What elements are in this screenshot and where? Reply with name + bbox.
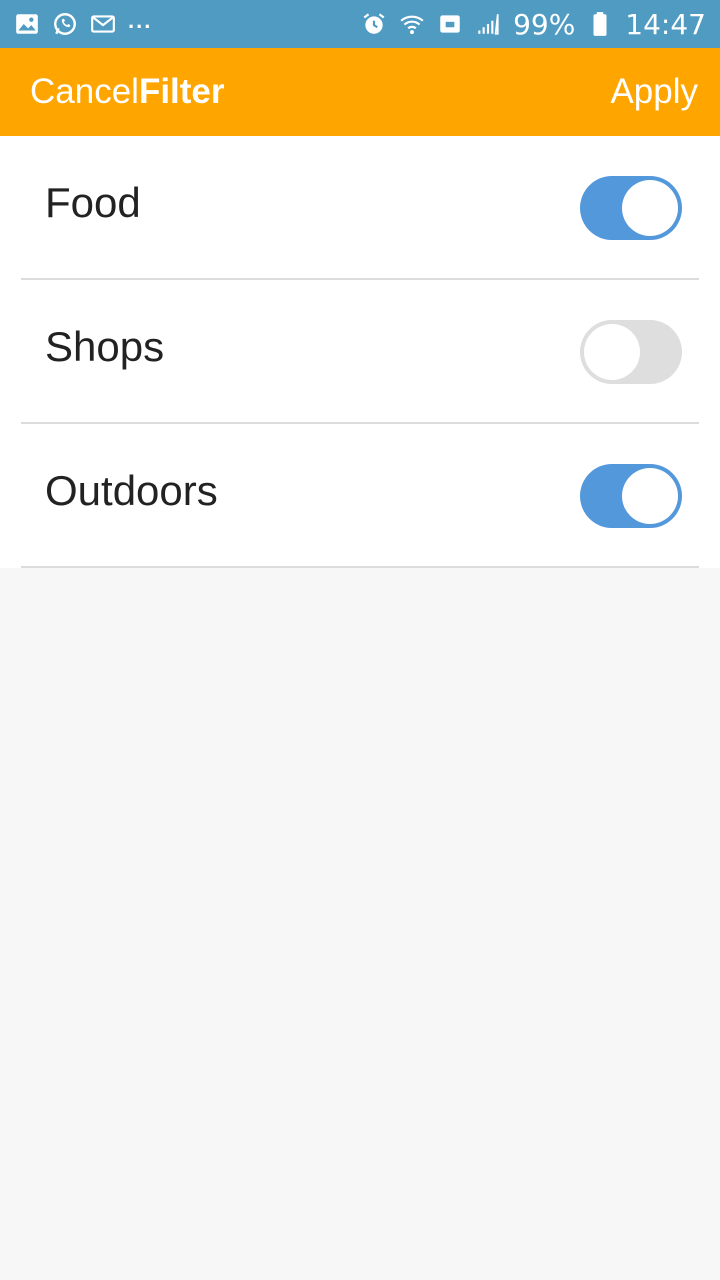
filter-label: Shops (45, 323, 165, 370)
battery-icon (587, 11, 613, 37)
food-toggle[interactable] (580, 176, 682, 240)
filter-row-food: Food (0, 136, 720, 280)
toggle-knob (622, 180, 678, 236)
outdoors-toggle[interactable] (580, 464, 682, 528)
status-bar: ... 99% 14:47 (0, 0, 720, 48)
filter-list: Food Shops Outdoors (0, 136, 720, 568)
status-bar-left: ... (14, 8, 153, 37)
filter-row-outdoors: Outdoors (0, 424, 720, 568)
app-bar: Cancel Filter Apply (0, 48, 720, 136)
shops-toggle[interactable] (580, 320, 682, 384)
sync-icon (437, 11, 463, 37)
toggle-knob (622, 468, 678, 524)
clock: 14:47 (625, 7, 706, 41)
mail-icon (90, 11, 116, 37)
cancel-button[interactable]: Cancel (30, 72, 139, 112)
whatsapp-icon (52, 11, 78, 37)
wifi-icon (399, 11, 425, 37)
more-notifications-indicator: ... (128, 8, 153, 33)
gallery-icon (14, 11, 40, 37)
filter-row-shops: Shops (0, 280, 720, 424)
toggle-knob (584, 324, 640, 380)
battery-percent: 99% (513, 7, 576, 41)
apply-button[interactable]: Apply (610, 72, 698, 112)
status-bar-right: 99% 14:47 (361, 8, 706, 41)
alarm-icon (361, 11, 387, 37)
filter-label: Outdoors (45, 467, 218, 514)
filter-label: Food (45, 179, 141, 226)
signal-icon (475, 11, 501, 37)
page-title: Filter (138, 72, 225, 111)
